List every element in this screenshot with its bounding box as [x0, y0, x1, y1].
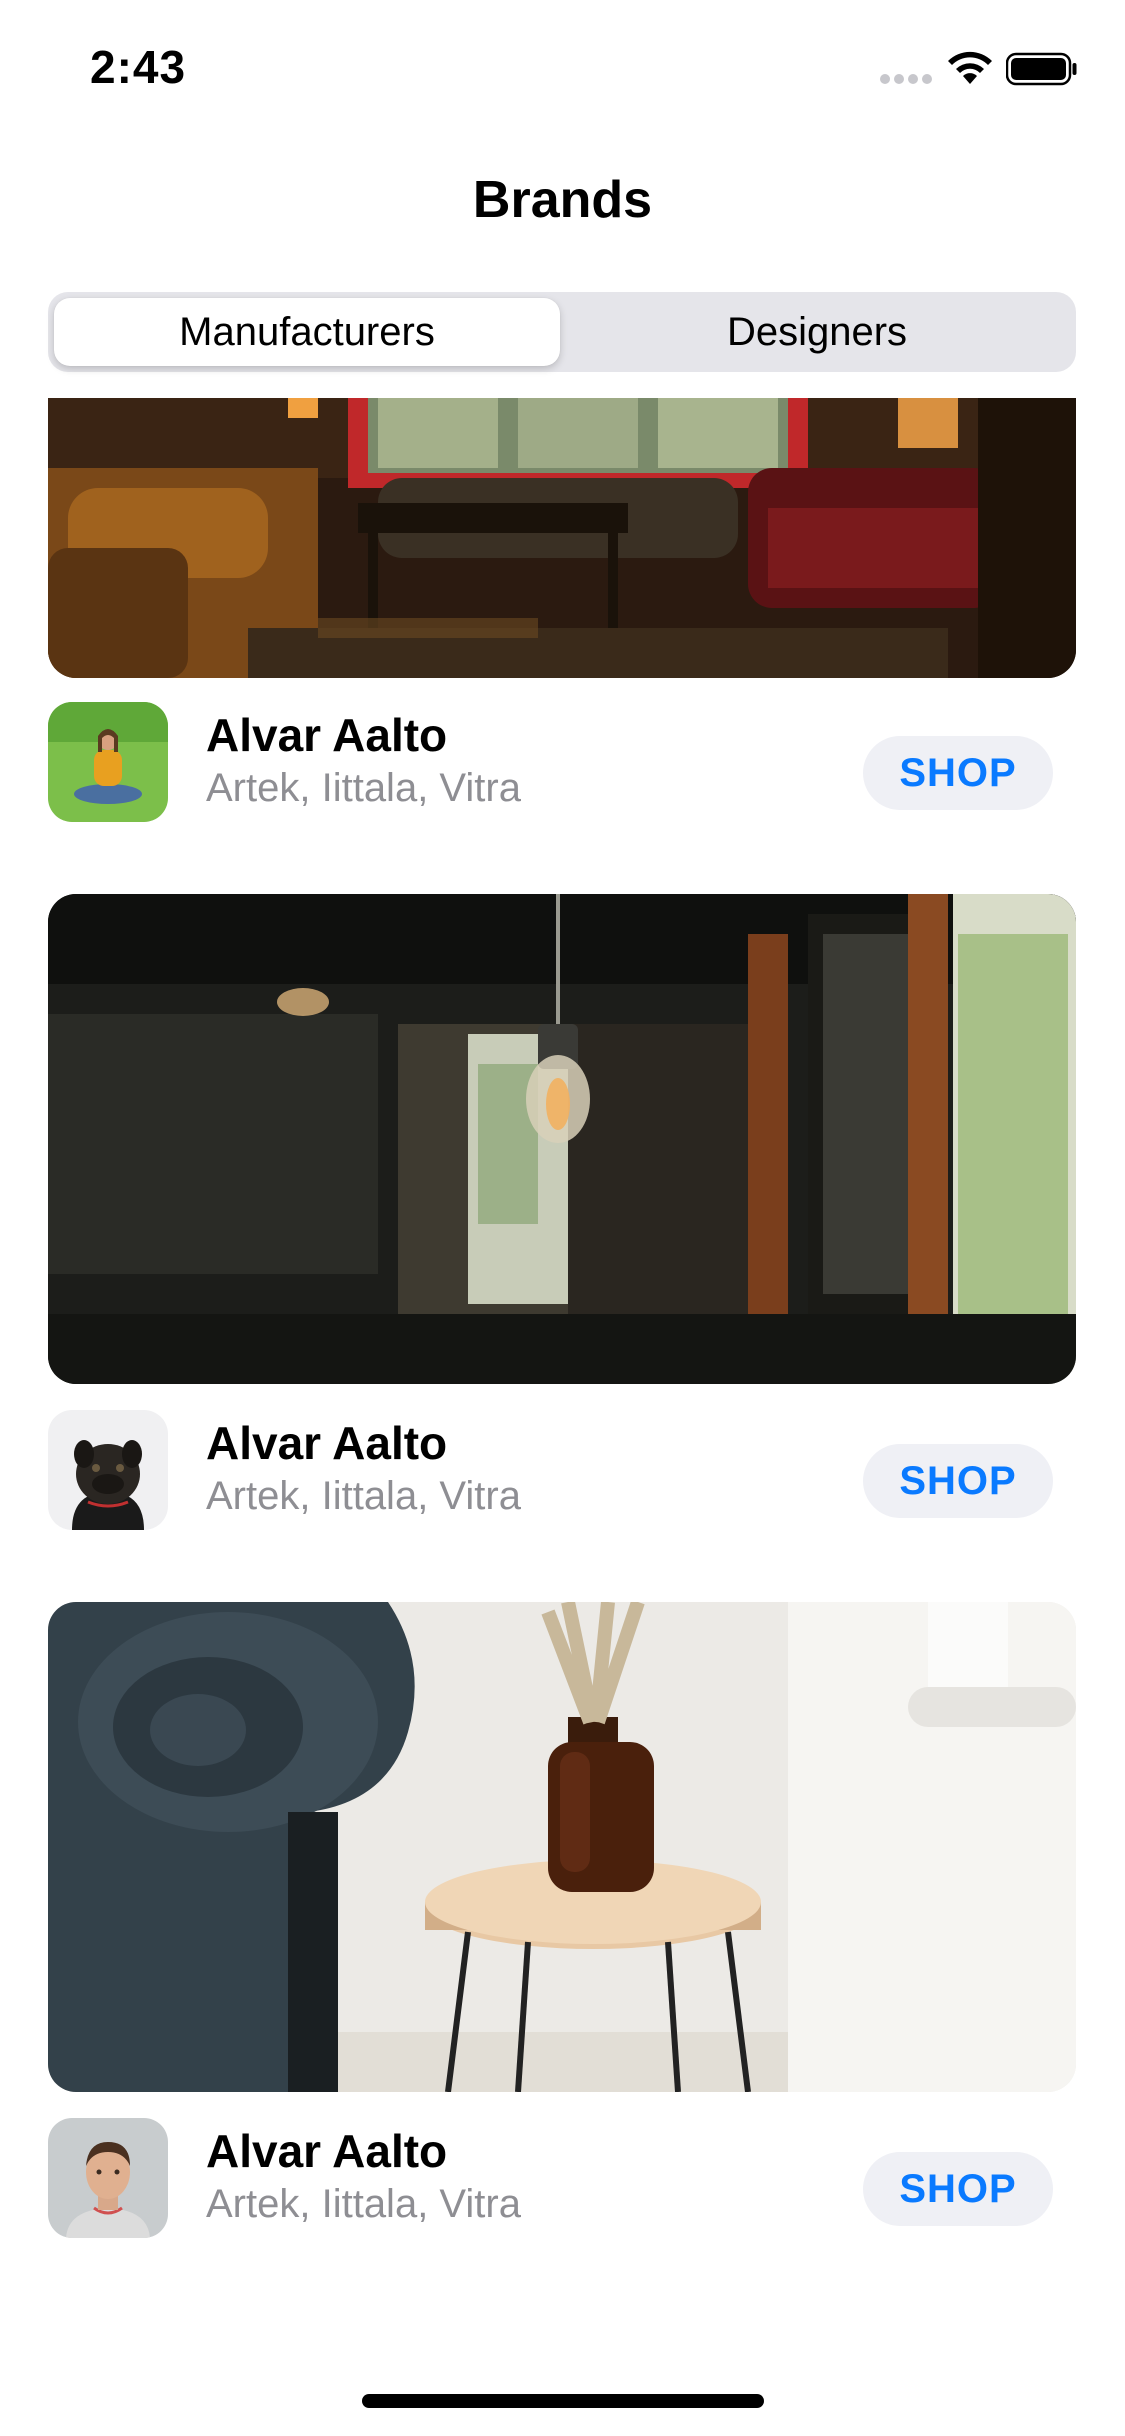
segment-manufacturers[interactable]: Manufacturers	[54, 298, 560, 366]
signal-dots-icon	[880, 74, 934, 84]
brand-subtitle: Artek, Iittala, Vitra	[206, 2182, 521, 2226]
brand-name: Alvar Aalto	[206, 2125, 448, 2177]
battery-icon	[1006, 52, 1077, 86]
brand-row: Alvar Aalto Artek, Iittala, Vitra SHOP	[48, 1410, 1076, 1530]
status-bar: 2:43	[0, 0, 1125, 140]
segmented-control: Manufacturers Designers	[48, 292, 1076, 372]
shop-button[interactable]: SHOP	[863, 736, 1053, 810]
wifi-icon	[948, 51, 992, 84]
avatar	[48, 2118, 168, 2238]
status-time: 2:43	[90, 41, 187, 93]
segment-designers[interactable]: Designers	[564, 298, 1070, 366]
avatar	[48, 1410, 168, 1530]
brand-image-hanging-bulb[interactable]	[48, 894, 1076, 1384]
avatar	[48, 702, 168, 822]
brand-name: Alvar Aalto	[206, 709, 448, 761]
brand-image-side-table[interactable]	[48, 1602, 1076, 2092]
shop-button[interactable]: SHOP	[863, 2152, 1053, 2226]
brand-name: Alvar Aalto	[206, 1417, 448, 1469]
page-title: Brands	[472, 171, 653, 229]
brand-subtitle: Artek, Iittala, Vitra	[206, 766, 521, 810]
brand-row: Alvar Aalto Artek, Iittala, Vitra SHOP	[48, 2118, 1076, 2238]
brand-row: Alvar Aalto Artek, Iittala, Vitra SHOP	[48, 702, 1076, 822]
brand-subtitle: Artek, Iittala, Vitra	[206, 1474, 521, 1518]
shop-button[interactable]: SHOP	[863, 1444, 1053, 1518]
brand-image-living-room[interactable]	[48, 398, 1076, 678]
home-indicator[interactable]	[362, 2394, 764, 2408]
